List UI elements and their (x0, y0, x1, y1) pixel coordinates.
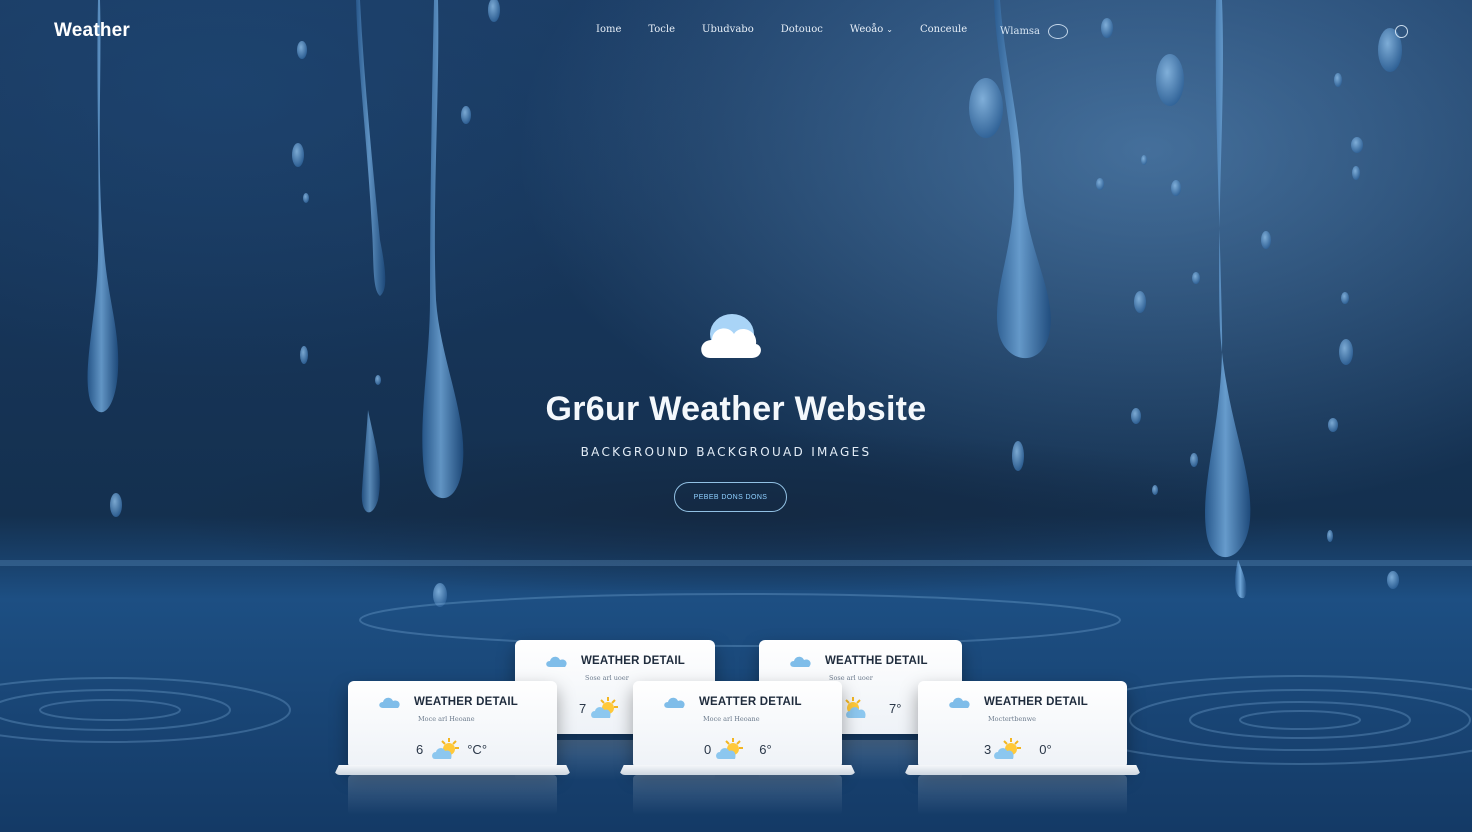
card-head: WEATTHE DETAIL (789, 654, 928, 668)
cloud-icon (701, 314, 761, 358)
card-temps: 3 0° (984, 737, 1052, 761)
card-title: WEATHER DETAIL (984, 696, 1088, 708)
search-text: Wlamsa (1000, 26, 1041, 37)
cta-button[interactable]: PEBEB DONS DONS (674, 482, 787, 512)
sun-cloud-icon (432, 738, 460, 759)
weather-card-2[interactable]: WEATTER DETAIL Moce arl Heoane 0 6° (619, 681, 856, 815)
nav-item-3[interactable]: Ubudvabo (702, 24, 754, 35)
cloud-icon (379, 697, 400, 708)
card-title: WEATTER DETAIL (699, 696, 802, 708)
card-subtitle: Sose arl uoer (585, 674, 629, 682)
weather-card-1[interactable]: WEATHER DETAIL Moce arl Heoane 6 °C° (334, 681, 571, 815)
card-head: WEATHER DETAIL (948, 695, 1088, 709)
site-logo[interactable]: Weather (54, 20, 130, 42)
card-reflection (348, 775, 557, 815)
cloud-icon (546, 656, 567, 667)
card-temps: 7° (841, 696, 901, 720)
card-head: WEATHER DETAIL (378, 695, 518, 709)
search-box[interactable]: Wlamsa (1000, 24, 1069, 39)
card-subtitle: Moctertbenwe (988, 715, 1036, 723)
hero-subtitle: BACKGROUND BACKGROUAD IMAGES (580, 445, 872, 459)
temp-value: 3 (984, 741, 992, 757)
nav-dropdown-label: Weoåo (849, 24, 884, 35)
card-temps: 6 °C° (416, 737, 487, 761)
weather-card-3[interactable]: WEATHER DETAIL Moctertbenwe 3 0° (904, 681, 1141, 815)
temp-value: 7° (889, 700, 902, 716)
sun-cloud-icon (716, 738, 744, 759)
sun-cloud-icon (591, 697, 619, 718)
temp-unit: °C° (467, 741, 488, 757)
card-base (619, 765, 856, 775)
nav-item-dropdown[interactable]: Weoåo ⌄ (850, 24, 893, 35)
hero-title: Gr6ur Weather Website (545, 390, 927, 428)
menu-circle-icon[interactable] (1395, 25, 1408, 38)
card-title: WEATHER DETAIL (581, 655, 685, 667)
card-reflection (918, 775, 1127, 815)
temp-value-2: 0° (1039, 741, 1052, 757)
temp-value-2: 6° (759, 741, 772, 757)
card-base (904, 765, 1141, 775)
sun-cloud-icon (994, 738, 1022, 759)
card-base (334, 765, 571, 775)
chevron-down-icon: ⌄ (886, 25, 893, 34)
cloud-icon (790, 656, 811, 667)
sun-cloud-icon (845, 697, 866, 718)
nav-item-home[interactable]: Iome (596, 24, 621, 35)
nav-item-4[interactable]: Dotouoc (781, 24, 823, 35)
main-nav: Iome Tocle Ubudvabo Dotouoc Weoåo ⌄ Conce… (596, 24, 994, 35)
card-subtitle: Moce arl Heoane (418, 715, 475, 723)
temp-value: 7 (579, 700, 587, 716)
card-head: WEATHER DETAIL (545, 654, 685, 668)
nav-item-contact[interactable]: Conceule (920, 24, 967, 35)
card-temps: 0 6° (704, 737, 772, 761)
cloud-icon (949, 697, 970, 708)
card-head: WEATTER DETAIL (663, 695, 802, 709)
temp-value: 0 (704, 741, 712, 757)
card-title: WEATHER DETAIL (414, 696, 518, 708)
card-title: WEATTHE DETAIL (825, 655, 928, 667)
card-temps: 7 (579, 696, 620, 720)
search-icon[interactable] (1048, 24, 1069, 39)
card-subtitle: Moce arl Heoane (703, 715, 760, 723)
nav-item-2[interactable]: Tocle (648, 24, 675, 35)
temp-value: 6 (416, 741, 424, 757)
cloud-icon (664, 697, 685, 708)
card-reflection (633, 775, 842, 815)
